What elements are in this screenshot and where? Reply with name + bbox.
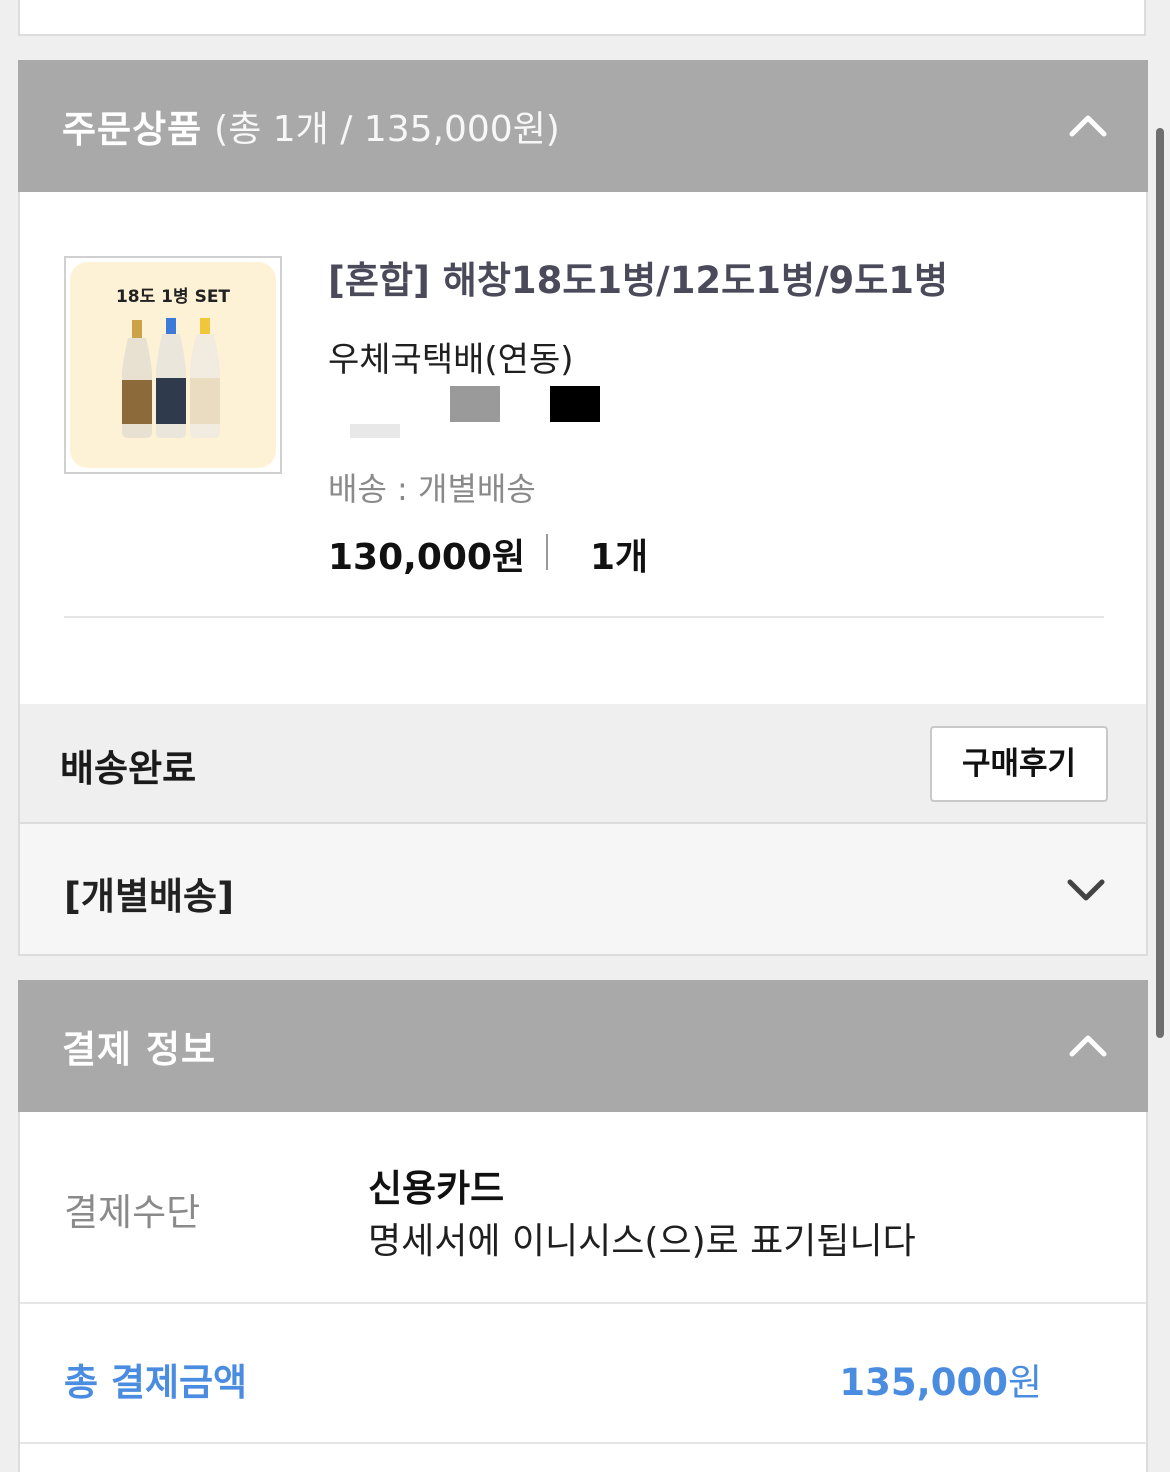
total-amount-number: 135,000 — [839, 1361, 1008, 1404]
payment-method-value: 신용카드 — [368, 1167, 505, 1210]
review-button[interactable]: 구매후기 — [930, 726, 1108, 802]
divider — [64, 616, 1104, 618]
scrollbar[interactable] — [1156, 128, 1164, 1038]
price-qty-divider — [546, 534, 548, 570]
previous-section-card — [18, 0, 1146, 36]
product-image: 18도 1병 SET — [70, 262, 276, 468]
payment-method-label: 결제수단 — [64, 1191, 201, 1234]
chevron-down-icon[interactable] — [1066, 870, 1106, 910]
chevron-up-icon[interactable] — [1068, 106, 1108, 146]
payment-info-title: 결제 정보 — [62, 1028, 217, 1071]
payment-card: 결제수단 신용카드 명세서에 이니시스(으)로 표기됩니다 총 결제금액 135… — [18, 1112, 1148, 1472]
divider — [20, 1442, 1146, 1444]
chevron-up-icon[interactable] — [1068, 1026, 1108, 1066]
order-detail-page: 주문상품 (총 1개 / 135,000원) 18도 1병 SET [혼합] 해… — [0, 0, 1170, 1472]
order-items-title: 주문상품 — [62, 108, 203, 151]
redacted-block — [550, 386, 600, 422]
individual-shipping-label: [개별배송] — [64, 875, 234, 918]
product-thumbnail[interactable]: 18도 1병 SET — [64, 256, 282, 474]
product-name[interactable]: [혼합] 해창18도1병/12도1병/9도1병 — [328, 250, 948, 304]
individual-shipping-row[interactable]: [개별배송] — [18, 822, 1148, 956]
payment-method-note: 명세서에 이니시스(으)로 표기됩니다 — [368, 1221, 916, 1262]
shipping-company: 우체국택배(연동) — [328, 340, 574, 380]
product-quantity: 1개 — [590, 537, 649, 578]
order-items-summary: (총 1개 / 135,000원) — [214, 109, 560, 150]
order-items-header[interactable]: 주문상품 (총 1개 / 135,000원) — [18, 60, 1148, 192]
redacted-block — [450, 386, 500, 422]
redacted-block — [350, 424, 400, 438]
bottles-image — [122, 318, 220, 438]
product-price: 130,000원 — [328, 537, 526, 578]
total-amount-unit: 원 — [1007, 1361, 1042, 1404]
delivery-status-bar: 배송완료 구매후기 — [18, 704, 1148, 822]
delivery-mode: 배송 : 개별배송 — [328, 470, 536, 508]
product-card: 18도 1병 SET [혼합] 해창18도1병/12도1병/9도1병 우체국택배… — [18, 192, 1148, 704]
total-payment-label: 총 결제금액 — [64, 1361, 248, 1404]
divider — [20, 1302, 1146, 1304]
delivery-status: 배송완료 — [60, 747, 197, 790]
payment-info-header[interactable]: 결제 정보 — [18, 980, 1148, 1112]
total-payment-amount: 135,000원 — [839, 1352, 1042, 1406]
